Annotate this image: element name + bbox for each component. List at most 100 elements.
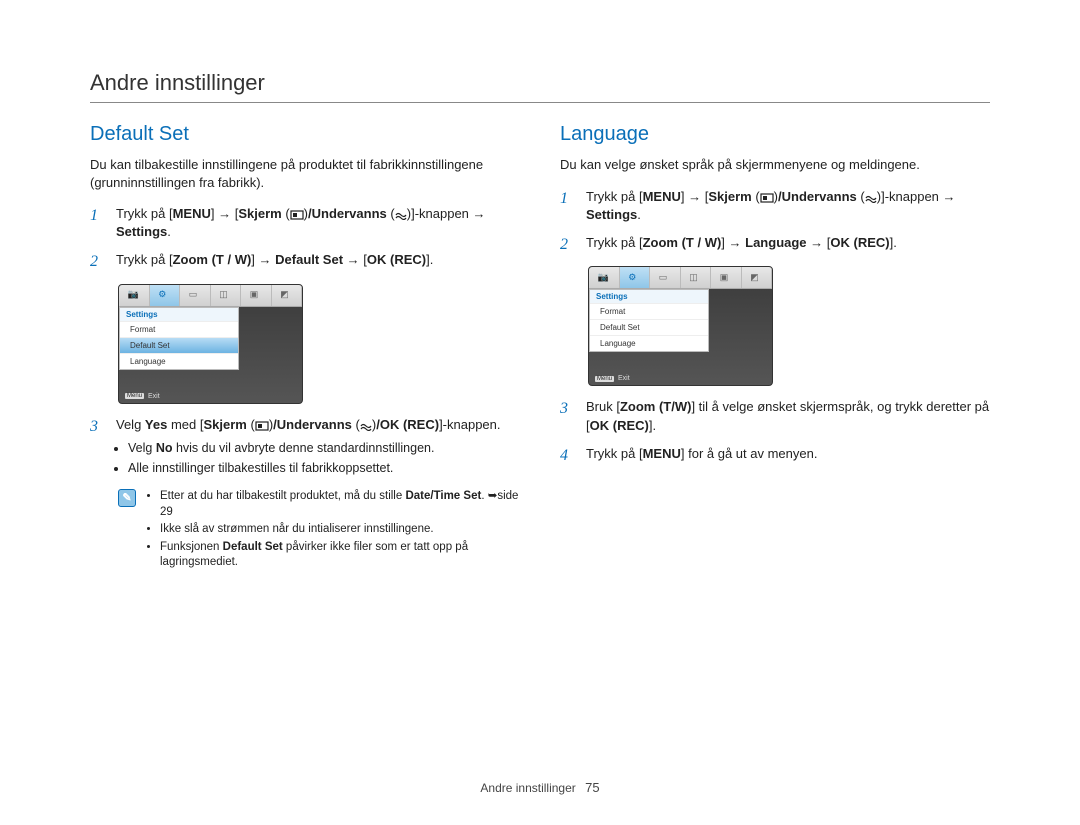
tab-settings-icon: ⚙ bbox=[150, 285, 181, 306]
step-2: 2 Trykk på [Zoom (T / W)] → Language → [… bbox=[560, 234, 990, 256]
note-item: Ikke slå av strømmen når du intialiserer… bbox=[160, 522, 520, 538]
step-number: 1 bbox=[90, 205, 104, 241]
menu-exit-tag: Menu bbox=[125, 393, 144, 399]
text: → [ bbox=[343, 252, 367, 267]
tab-icon: ◫ bbox=[211, 285, 242, 306]
text: ] for å gå ut av menyen. bbox=[681, 446, 818, 461]
text: → [ bbox=[807, 235, 831, 250]
step-3: 3 Velg Yes med [Skjerm ()/Undervanns ()/… bbox=[90, 416, 520, 479]
step-2: 2 Trykk på [Zoom (T / W)] → Default Set … bbox=[90, 251, 520, 273]
menu-exit-hint: Menu Exit bbox=[125, 393, 160, 400]
note-item: Funksjonen Default Set påvirker ikke fil… bbox=[160, 540, 520, 571]
menu-exit-label: Exit bbox=[618, 375, 630, 382]
text: Bruk [ bbox=[586, 399, 620, 414]
underwater-icon: () bbox=[390, 206, 411, 221]
settings-label: Settings bbox=[586, 207, 637, 222]
text: ]. bbox=[426, 252, 433, 267]
underwater-icon: () bbox=[356, 417, 377, 432]
menu-dropdown: Settings Format Default Set Language bbox=[589, 289, 709, 352]
step-number: 2 bbox=[560, 234, 574, 256]
footer-label: Andre innstillinger bbox=[480, 781, 575, 795]
bullet-item: Alle innstillinger tilbakestilles til fa… bbox=[128, 460, 520, 478]
menu-exit-label: Exit bbox=[148, 393, 160, 400]
menu-exit-hint: Menu Exit bbox=[595, 375, 630, 382]
section-title-language: Language bbox=[560, 123, 990, 146]
text: Trykk på [ bbox=[116, 252, 173, 267]
step-number: 3 bbox=[560, 398, 574, 434]
text: ]-knappen → bbox=[411, 206, 485, 221]
tab-settings-icon: ⚙ bbox=[620, 267, 651, 288]
note-item: Etter at du har tilbakestilt produktet, … bbox=[160, 489, 520, 520]
step-body: Bruk [Zoom (T/W)] til å velge ønsket skj… bbox=[586, 398, 990, 434]
text: Velg bbox=[116, 417, 145, 432]
default-set-section: Default Set Du kan tilbakestille innstil… bbox=[90, 123, 520, 573]
skjerm-label: Skjerm bbox=[203, 417, 246, 432]
step-body: Trykk på [MENU] for å gå ut av menyen. bbox=[586, 445, 990, 467]
text: ]. bbox=[890, 235, 897, 250]
step-4: 4 Trykk på [MENU] for å gå ut av menyen. bbox=[560, 445, 990, 467]
page-title: Andre innstillinger bbox=[90, 70, 990, 103]
two-column-layout: Default Set Du kan tilbakestille innstil… bbox=[90, 123, 990, 573]
step-body: Trykk på [MENU] → [Skjerm ()/Undervanns … bbox=[586, 188, 990, 224]
menu-label: MENU bbox=[643, 446, 681, 461]
text: ]-knappen. bbox=[439, 417, 500, 432]
tab-icon: ◫ bbox=[681, 267, 712, 288]
text: ]. bbox=[649, 418, 656, 433]
skjerm-label: Skjerm bbox=[238, 206, 281, 221]
step-body: Trykk på [Zoom (T / W)] → Language → [OK… bbox=[586, 234, 990, 256]
menu-exit-tag: Menu bbox=[595, 376, 614, 382]
undervanns-label: /Undervanns bbox=[778, 189, 857, 204]
text: ] → bbox=[251, 252, 275, 267]
menu-item-selected: Default Set bbox=[120, 337, 238, 353]
menu-item: Format bbox=[120, 321, 238, 337]
tab-icon: ▣ bbox=[241, 285, 272, 306]
display-icon: () bbox=[285, 206, 308, 221]
menu-tabs: 📷 ⚙ ▭ ◫ ▣ ◩ bbox=[589, 267, 772, 289]
step-number: 3 bbox=[90, 416, 104, 479]
sub-bullet-list: Velg No hvis du vil avbryte denne standa… bbox=[116, 440, 520, 477]
menu-section-label: Settings bbox=[590, 290, 708, 303]
display-icon: () bbox=[755, 189, 778, 204]
menu-label: MENU bbox=[173, 206, 211, 221]
text: Trykk på [ bbox=[586, 189, 643, 204]
tab-icon: ▭ bbox=[650, 267, 681, 288]
zoom-label: Zoom (T / W) bbox=[173, 252, 252, 267]
menu-tabs: 📷 ⚙ ▭ ◫ ▣ ◩ bbox=[119, 285, 302, 307]
step-number: 4 bbox=[560, 445, 574, 467]
tab-icon: ◩ bbox=[272, 285, 303, 306]
note-list: Etter at du har tilbakestilt produktet, … bbox=[146, 489, 520, 573]
menu-dropdown: Settings Format Default Set Language bbox=[119, 307, 239, 370]
text: . bbox=[167, 224, 171, 239]
step-body: Trykk på [MENU] → [Skjerm ()/Undervanns … bbox=[116, 205, 520, 241]
text: Etter at du har tilbakestilt produktet, … bbox=[160, 490, 405, 502]
note-icon: ✎ bbox=[118, 489, 136, 507]
display-icon: () bbox=[250, 417, 273, 432]
text: ] → [ bbox=[681, 189, 708, 204]
text: Trykk på [ bbox=[116, 206, 173, 221]
settings-label: Settings bbox=[116, 224, 167, 239]
datetime-label: Date/Time Set bbox=[405, 490, 481, 502]
section-title-default-set: Default Set bbox=[90, 123, 520, 146]
step-1: 1 Trykk på [MENU] → [Skjerm ()/Undervann… bbox=[90, 205, 520, 241]
menu-item: Default Set bbox=[590, 319, 708, 335]
tab-icon: ▣ bbox=[711, 267, 742, 288]
zoom-label: Zoom (T/W) bbox=[620, 399, 691, 414]
menu-screenshot-right: 📷 ⚙ ▭ ◫ ▣ ◩ Settings Format Default Set … bbox=[588, 266, 773, 386]
bullet-item: Velg No hvis du vil avbryte denne standa… bbox=[128, 440, 520, 458]
text: hvis du vil avbryte denne standardinnsti… bbox=[172, 441, 434, 455]
menu-item: Language bbox=[590, 335, 708, 351]
intro-text: Du kan velge ønsket språk på skjermmenye… bbox=[560, 156, 990, 174]
text: . bbox=[637, 207, 641, 222]
text: Trykk på [ bbox=[586, 446, 643, 461]
intro-text: Du kan tilbakestille innstillingene på p… bbox=[90, 156, 520, 191]
menu-screenshot-left: 📷 ⚙ ▭ ◫ ▣ ◩ Settings Format Default Set … bbox=[118, 284, 303, 404]
menu-item: Language bbox=[120, 353, 238, 369]
step-1: 1 Trykk på [MENU] → [Skjerm ()/Undervann… bbox=[560, 188, 990, 224]
page-footer: Andre innstillinger 75 bbox=[0, 780, 1080, 795]
step-body: Trykk på [Zoom (T / W)] → Default Set → … bbox=[116, 251, 520, 273]
undervanns-label: /Undervanns bbox=[273, 417, 352, 432]
step-number: 2 bbox=[90, 251, 104, 273]
zoom-label: Zoom (T / W) bbox=[643, 235, 722, 250]
step-number: 1 bbox=[560, 188, 574, 224]
menu-label: MENU bbox=[643, 189, 681, 204]
